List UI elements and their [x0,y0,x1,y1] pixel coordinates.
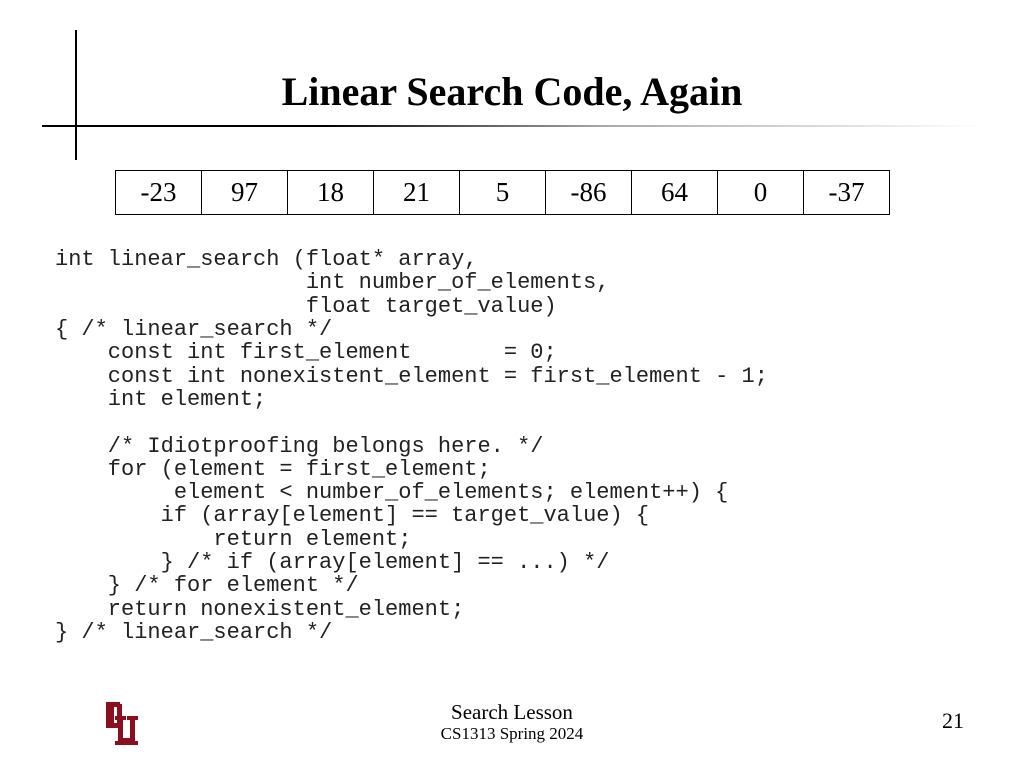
array-cell: 97 [201,170,288,215]
slide: Linear Search Code, Again -23 97 18 21 5… [0,0,1024,768]
footer-center: Search Lesson CS1313 Spring 2024 [0,700,1024,744]
course-term: CS1313 Spring 2024 [0,724,1024,744]
decor-hline [42,125,982,127]
array-row: -23 97 18 21 5 -86 64 0 -37 [115,170,890,215]
lesson-name: Search Lesson [0,700,1024,724]
slide-title: Linear Search Code, Again [0,68,1024,115]
array-cell: -86 [545,170,632,215]
page-number: 21 [942,708,964,734]
array-cell: 64 [631,170,718,215]
code-block: int linear_search (float* array, int num… [55,248,768,644]
array-cell: 21 [373,170,460,215]
array-cell: 0 [717,170,804,215]
array-cell: -37 [803,170,890,215]
array-cell: 18 [287,170,374,215]
array-cell: 5 [459,170,546,215]
array-cell: -23 [115,170,202,215]
footer: Search Lesson CS1313 Spring 2024 21 [0,696,1024,746]
